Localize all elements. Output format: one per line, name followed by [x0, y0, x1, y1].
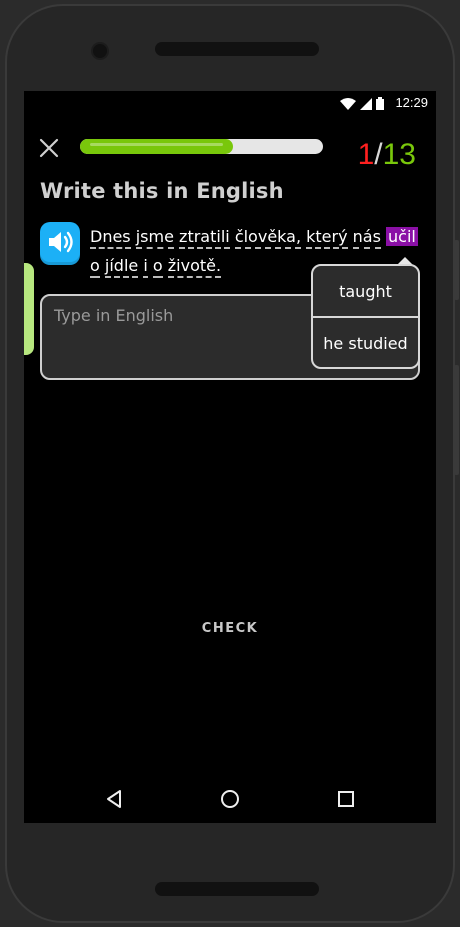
- counter-separator: /: [374, 138, 383, 171]
- status-bar: 12:29: [24, 91, 436, 115]
- highlighted-word[interactable]: učil: [386, 227, 418, 246]
- close-icon: [39, 138, 59, 158]
- side-drawer-tab[interactable]: [24, 263, 34, 355]
- status-time: 12:29: [395, 95, 428, 110]
- signal-icon: [360, 98, 372, 110]
- sentence-word[interactable]: jídle: [104, 256, 139, 278]
- speaker-icon: [49, 231, 73, 253]
- hint-option[interactable]: he studied: [313, 316, 418, 368]
- sentence-word[interactable]: ztratili: [179, 227, 230, 249]
- battery-icon: [376, 97, 384, 110]
- progress-fill: [80, 139, 234, 154]
- volume-button: [454, 240, 459, 300]
- sentence-word[interactable]: o: [90, 256, 100, 278]
- status-icons: [340, 97, 384, 110]
- play-audio-button[interactable]: [40, 222, 80, 262]
- sentence-word[interactable]: jsme: [135, 227, 174, 249]
- sentence-word[interactable]: člověka,: [234, 227, 302, 249]
- close-button[interactable]: [38, 137, 60, 159]
- nav-recents-button[interactable]: [326, 781, 366, 817]
- wifi-icon: [340, 98, 356, 110]
- lesson-counter: 1/13: [358, 138, 416, 172]
- prompt-title: Write this in English: [40, 179, 284, 203]
- sentence-word[interactable]: Dnes: [90, 227, 131, 249]
- recents-icon: [338, 791, 354, 807]
- front-camera: [91, 42, 109, 60]
- home-icon: [221, 790, 239, 808]
- hint-option[interactable]: taught: [313, 266, 418, 316]
- sentence-line-1: Dnes jsme ztratili člověka, který nás uč…: [90, 222, 424, 251]
- nav-back-button[interactable]: [94, 781, 134, 817]
- counter-total: 13: [382, 138, 416, 171]
- power-button: [454, 365, 459, 475]
- sentence-word[interactable]: i: [143, 256, 148, 278]
- sentence-word[interactable]: který: [306, 227, 348, 249]
- android-nav-bar: [24, 781, 436, 823]
- sentence-word[interactable]: o: [152, 256, 163, 278]
- app-screen: 12:29 1/13 Write this in English Dnes js…: [24, 91, 436, 823]
- earpiece-speaker: [155, 42, 319, 56]
- counter-current: 1: [357, 138, 375, 171]
- translation-hint-popup: taught he studied: [311, 264, 420, 369]
- lesson-progress-bar: [80, 139, 323, 154]
- bottom-speaker: [155, 882, 319, 896]
- sentence-word[interactable]: nás: [352, 227, 381, 249]
- sentence-word[interactable]: životě.: [167, 256, 222, 278]
- nav-home-button[interactable]: [210, 781, 250, 817]
- check-button[interactable]: CHECK: [24, 621, 436, 636]
- back-icon: [107, 790, 121, 808]
